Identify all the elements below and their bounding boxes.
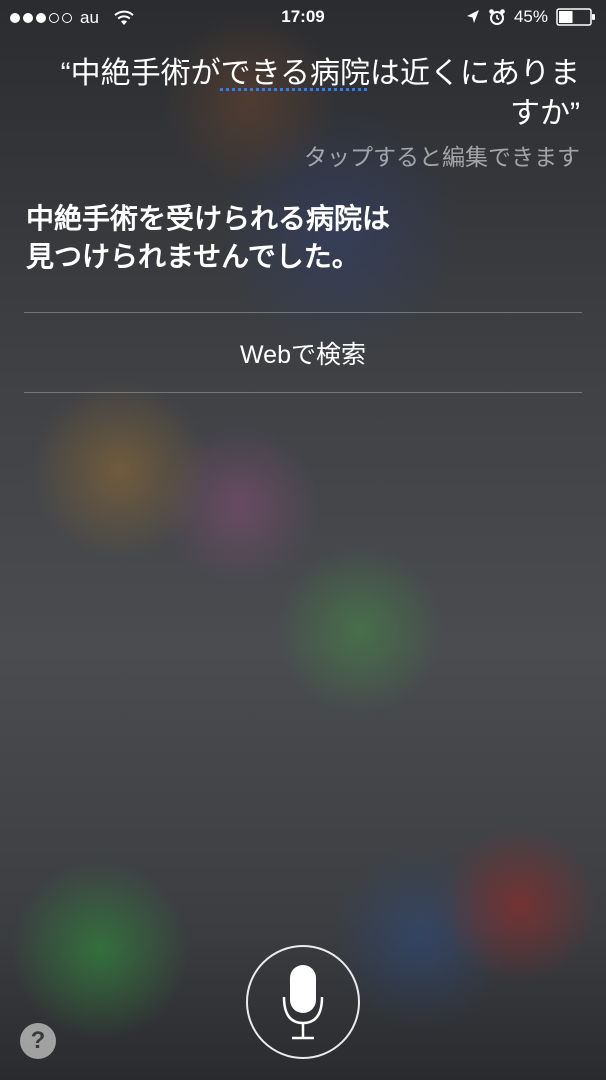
divider-top [24,312,582,313]
answer-line: 見つけられませんでした。 [26,241,360,272]
siri-answer: 中絶手術を受けられる病院は 見つけられませんでした。 [26,200,566,276]
tap-to-edit-hint[interactable]: タップすると編集できます [304,138,580,172]
web-search-button[interactable]: Webで検索 [24,314,582,392]
siri-screen: au 17:09 45% “中絶手術ができる病院は近くにありますか” タップする… [0,0,606,1080]
location-arrow-icon [466,10,479,23]
query-text-start: 中絶手術が [70,57,221,90]
siri-mic-button[interactable] [246,945,360,1059]
query-close-quote: ” [570,97,580,130]
query-open-quote: “ [60,57,71,90]
microphone-icon [282,965,324,1040]
answer-line: 中絶手術を受けられる病院は [26,203,391,234]
query-text-underlined: できる病院 [220,57,370,90]
help-button[interactable]: ? [20,1023,56,1059]
alarm-icon [489,9,505,25]
status-bar-right: 45% [466,7,596,27]
status-bar: au 17:09 45% [0,0,606,34]
battery-icon [556,8,595,26]
battery-percent: 45% [513,7,548,26]
divider-bottom [24,392,582,393]
siri-query[interactable]: “中絶手術ができる病院は近くにありますか” [40,54,580,134]
query-text-end: は近くにありますか [370,57,580,130]
